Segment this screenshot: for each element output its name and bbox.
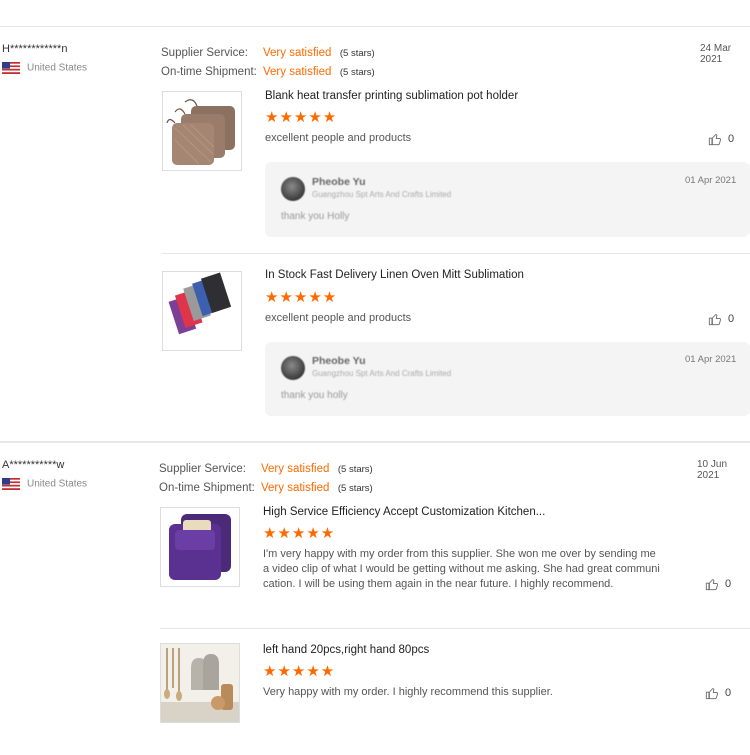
reply-name: Pheobe Yu bbox=[312, 176, 366, 188]
reply-company: Guangzhou Spt Arts And Crafts Limited bbox=[312, 190, 452, 199]
review-comment: excellent people and products bbox=[265, 132, 412, 144]
pot-holder-image bbox=[163, 92, 241, 170]
product-divider bbox=[160, 628, 750, 629]
comment-line: a video clip of what I would be getting … bbox=[263, 563, 660, 575]
product-title[interactable]: High Service Efficiency Accept Customiza… bbox=[263, 506, 545, 518]
product-thumbnail[interactable] bbox=[160, 643, 240, 723]
purple-pot-holder-image bbox=[161, 508, 239, 586]
product-title[interactable]: left hand 20pcs,right hand 80pcs bbox=[263, 644, 429, 656]
supplier-service-label: Supplier Service: bbox=[159, 463, 246, 475]
comment-line: cation. I will be using them again in th… bbox=[263, 578, 614, 590]
supplier-service-row: Supplier Service: bbox=[159, 459, 246, 477]
like-button[interactable]: 0 bbox=[708, 132, 734, 146]
supplier-service-row: Supplier Service: bbox=[161, 43, 248, 61]
avatar bbox=[281, 177, 305, 201]
reply-text: thank you Holly bbox=[281, 211, 350, 222]
country-label: United States bbox=[27, 62, 88, 74]
shipment-row: On-time Shipment: bbox=[161, 62, 257, 80]
review-separator bbox=[0, 441, 750, 443]
buyer-country: United States bbox=[2, 478, 87, 490]
reply-text: thank you holly bbox=[281, 390, 348, 401]
reply-company: Guangzhou Spt Arts And Crafts Limited bbox=[312, 369, 452, 378]
supplier-service-label: Supplier Service: bbox=[161, 47, 248, 59]
oven-mitt-image bbox=[163, 272, 241, 350]
star-rating: ★★★★★ bbox=[263, 663, 336, 680]
supplier-service-note: (5 stars) bbox=[337, 464, 373, 475]
thumbs-up-icon bbox=[708, 314, 721, 326]
like-count: 0 bbox=[725, 686, 732, 699]
star-rating: ★★★★★ bbox=[265, 289, 338, 306]
product-thumbnail[interactable] bbox=[160, 507, 240, 587]
buyer-country: United States bbox=[2, 62, 87, 74]
like-count: 0 bbox=[728, 312, 735, 325]
review-comment: excellent people and products bbox=[265, 312, 412, 324]
supplier-service-value: Very satisfied bbox=[263, 47, 332, 59]
reply-date: 01 Apr 2021 bbox=[685, 354, 737, 365]
review-date: 10 Jun 2021 bbox=[697, 459, 728, 481]
product-divider bbox=[162, 253, 750, 254]
kitchen-mitts-image bbox=[161, 644, 239, 722]
star-rating: ★★★★★ bbox=[263, 525, 336, 542]
product-thumbnail[interactable] bbox=[162, 91, 242, 171]
top-divider bbox=[0, 26, 750, 27]
supplier-service-value: Very satisfied bbox=[261, 463, 330, 475]
like-count: 0 bbox=[725, 577, 732, 590]
thumbs-up-icon bbox=[705, 579, 718, 591]
country-label: United States bbox=[27, 478, 88, 490]
thumbs-up-icon bbox=[705, 688, 718, 700]
buyer-name: A***********w bbox=[2, 459, 65, 471]
review-comment: Very happy with my order. I highly recom… bbox=[263, 686, 553, 698]
like-button[interactable]: 0 bbox=[705, 577, 731, 591]
us-flag-icon bbox=[2, 62, 20, 74]
reply-date: 01 Apr 2021 bbox=[685, 175, 737, 186]
product-title[interactable]: Blank heat transfer printing sublimation… bbox=[265, 90, 518, 102]
shipment-value: Very satisfied bbox=[263, 66, 332, 78]
shipment-value: Very satisfied bbox=[261, 482, 330, 494]
product-thumbnail[interactable] bbox=[162, 271, 242, 351]
supplier-reply: Pheobe Yu Guangzhou Spt Arts And Crafts … bbox=[265, 162, 750, 237]
comment-line: I'm very happy with my order from this s… bbox=[263, 548, 656, 560]
us-flag-icon bbox=[2, 478, 20, 490]
thumbs-up-icon bbox=[708, 134, 721, 146]
product-title[interactable]: In Stock Fast Delivery Linen Oven Mitt S… bbox=[265, 269, 524, 281]
shipment-note: (5 stars) bbox=[339, 67, 375, 78]
like-button[interactable]: 0 bbox=[705, 686, 731, 700]
shipment-row: On-time Shipment: bbox=[159, 478, 255, 496]
review-date: 24 Mar 2021 bbox=[700, 43, 732, 65]
like-count: 0 bbox=[728, 132, 735, 145]
like-button[interactable]: 0 bbox=[708, 312, 734, 326]
shipment-label: On-time Shipment: bbox=[161, 66, 257, 78]
shipment-note: (5 stars) bbox=[337, 483, 373, 494]
avatar bbox=[281, 356, 305, 380]
reply-name: Pheobe Yu bbox=[312, 355, 366, 367]
shipment-label: On-time Shipment: bbox=[159, 482, 255, 494]
supplier-reply: Pheobe Yu Guangzhou Spt Arts And Crafts … bbox=[265, 342, 750, 416]
buyer-name: H************n bbox=[2, 43, 68, 55]
review-comment: I'm very happy with my order from this s… bbox=[263, 547, 683, 592]
supplier-service-note: (5 stars) bbox=[339, 48, 375, 59]
star-rating: ★★★★★ bbox=[265, 109, 338, 126]
